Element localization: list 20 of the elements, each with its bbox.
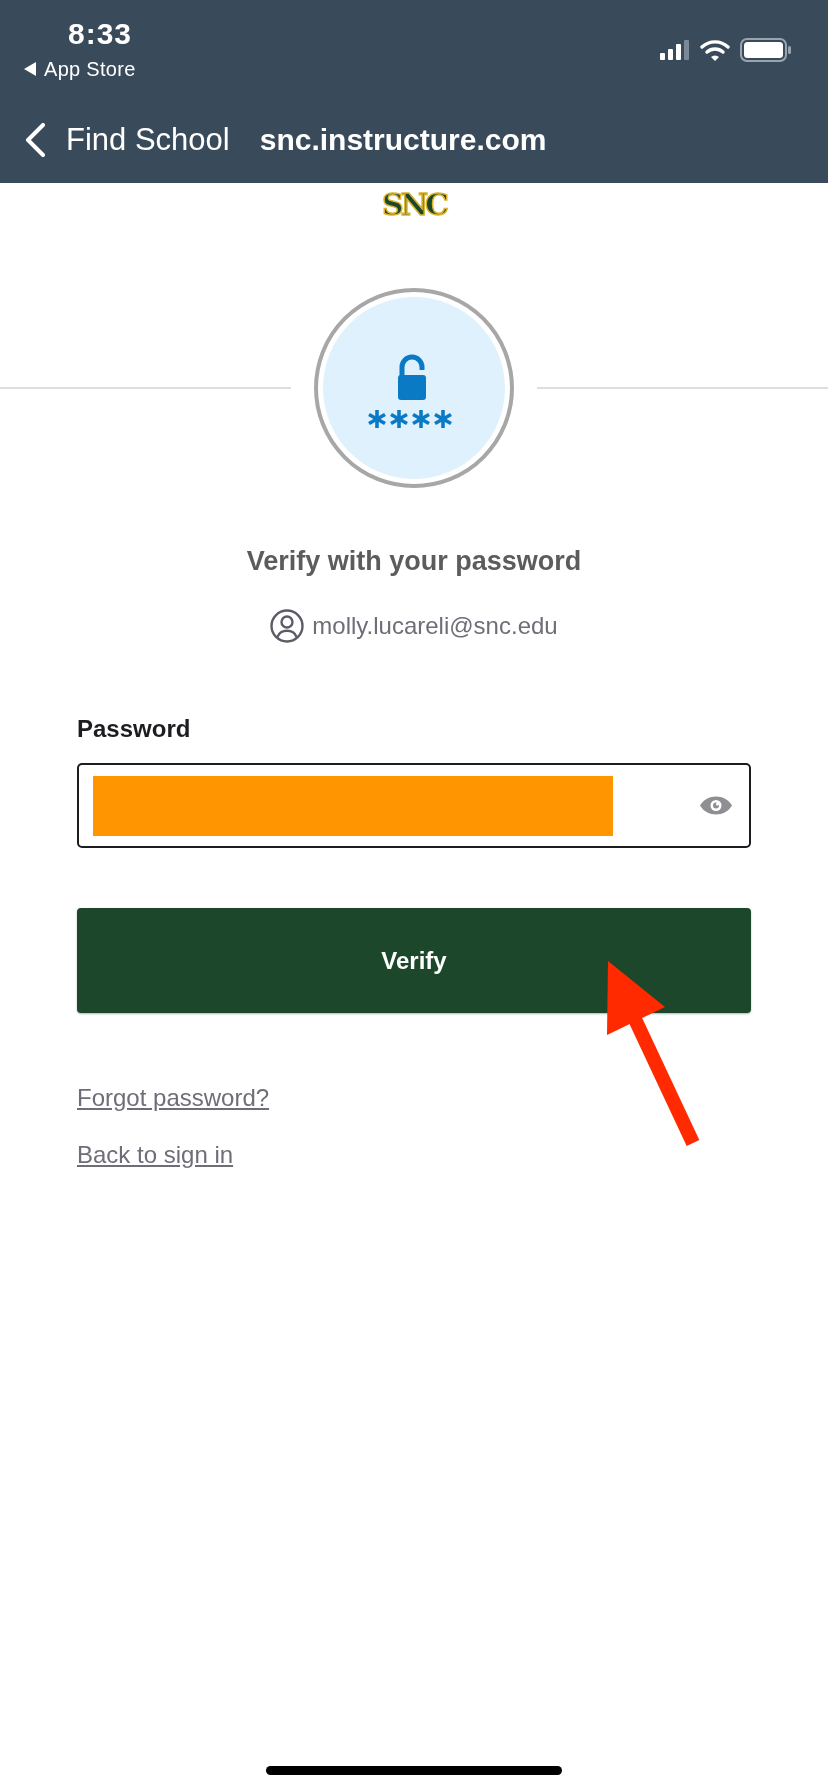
- verify-button[interactable]: Verify: [77, 908, 751, 1013]
- wifi-icon: [700, 39, 730, 61]
- signal-icon: [660, 40, 690, 60]
- status-time: 8:33: [68, 16, 133, 52]
- eye-icon: [699, 795, 733, 816]
- password-label: Password: [77, 714, 191, 744]
- back-button[interactable]: Find School: [24, 121, 230, 158]
- back-triangle-icon[interactable]: [24, 62, 36, 76]
- text-link[interactable]: Forgot password?: [77, 1083, 270, 1113]
- form-heading: Verify with your password: [246, 545, 582, 578]
- chevron-left-icon: [24, 122, 46, 157]
- school-logo: SNC: [382, 187, 446, 223]
- page-url-title: snc.instructure.com: [259, 122, 547, 157]
- text-link[interactable]: Back to sign in: [77, 1140, 234, 1170]
- battery-icon: [740, 38, 792, 62]
- password-field[interactable]: [77, 763, 751, 848]
- show-password-button[interactable]: [699, 795, 733, 816]
- account-email: molly.lucareli@snc.edu: [312, 611, 558, 641]
- user-avatar-icon: [270, 609, 305, 643]
- back-to-app-link[interactable]: App Store: [44, 56, 136, 82]
